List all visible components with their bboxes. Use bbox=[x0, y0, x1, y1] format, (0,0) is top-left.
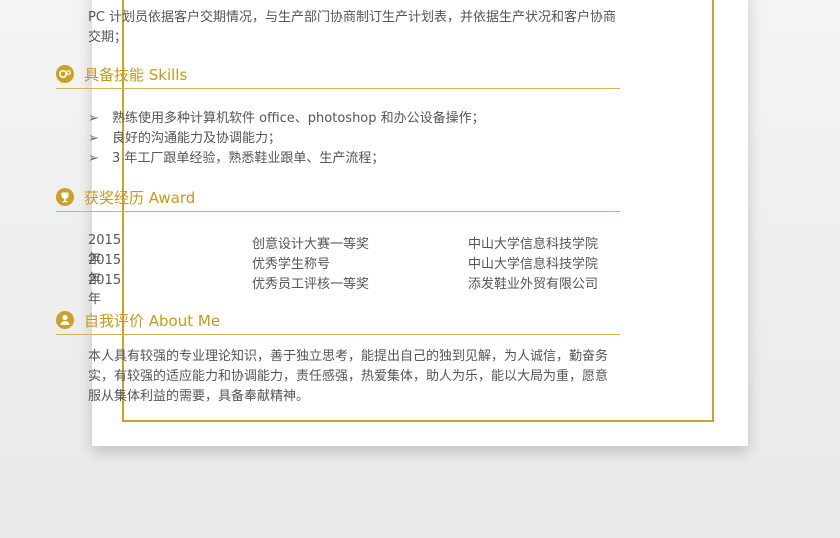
skill-text: 良好的沟通能力及协调能力； bbox=[112, 131, 282, 146]
skills-list: ➢ 熟练使用多种计算机软件 office、photoshop 和办公设备操作； … bbox=[88, 109, 485, 169]
trophy-icon bbox=[56, 188, 74, 206]
person-icon bbox=[56, 311, 74, 329]
award-name: 创意设计大赛一等奖 bbox=[252, 237, 370, 252]
list-item: ➢ 良好的沟通能力及协调能力； bbox=[88, 129, 485, 149]
award-org: 中山大学信息科技学院 bbox=[468, 257, 599, 272]
about-text: 本人具有较强的专业理论知识，善于独立思考，能提出自己的独到见解，为人诚信，勤奋务… bbox=[88, 349, 609, 404]
bullet-arrow-icon: ➢ bbox=[88, 151, 99, 166]
list-item: ➢ 熟练使用多种计算机软件 office、photoshop 和办公设备操作； bbox=[88, 109, 485, 129]
awards-title: 获奖经历 Award bbox=[84, 189, 196, 207]
award-name: 优秀学生称号 bbox=[252, 257, 331, 272]
gear-icon bbox=[56, 65, 74, 83]
job-description-text: PC 计划员依据客户交期情况，与生产部门协商制订生产计划表，并依据生产状况和客户… bbox=[88, 10, 617, 45]
award-year: 2015 年 bbox=[88, 273, 122, 307]
awards-section-header: 获奖经历 Award bbox=[56, 185, 620, 212]
about-title: 自我评价 About Me bbox=[84, 312, 221, 330]
bullet-arrow-icon: ➢ bbox=[88, 111, 99, 126]
about-section-header: 自我评价 About Me bbox=[56, 308, 620, 335]
bullet-arrow-icon: ➢ bbox=[88, 131, 99, 146]
list-item: ➢ 3 年工厂跟单经验，熟悉鞋业跟单、生产流程； bbox=[88, 149, 485, 169]
skills-section-header: 具备技能 Skills bbox=[56, 62, 620, 89]
skills-title: 具备技能 Skills bbox=[84, 66, 188, 84]
award-org: 添发鞋业外贸有限公司 bbox=[468, 277, 599, 292]
skill-text: 3 年工厂跟单经验，熟悉鞋业跟单、生产流程； bbox=[112, 151, 385, 166]
award-name: 优秀员工评核一等奖 bbox=[252, 277, 370, 292]
skill-text: 熟练使用多种计算机软件 office、photoshop 和办公设备操作； bbox=[112, 111, 485, 126]
award-org: 中山大学信息科技学院 bbox=[468, 237, 599, 252]
